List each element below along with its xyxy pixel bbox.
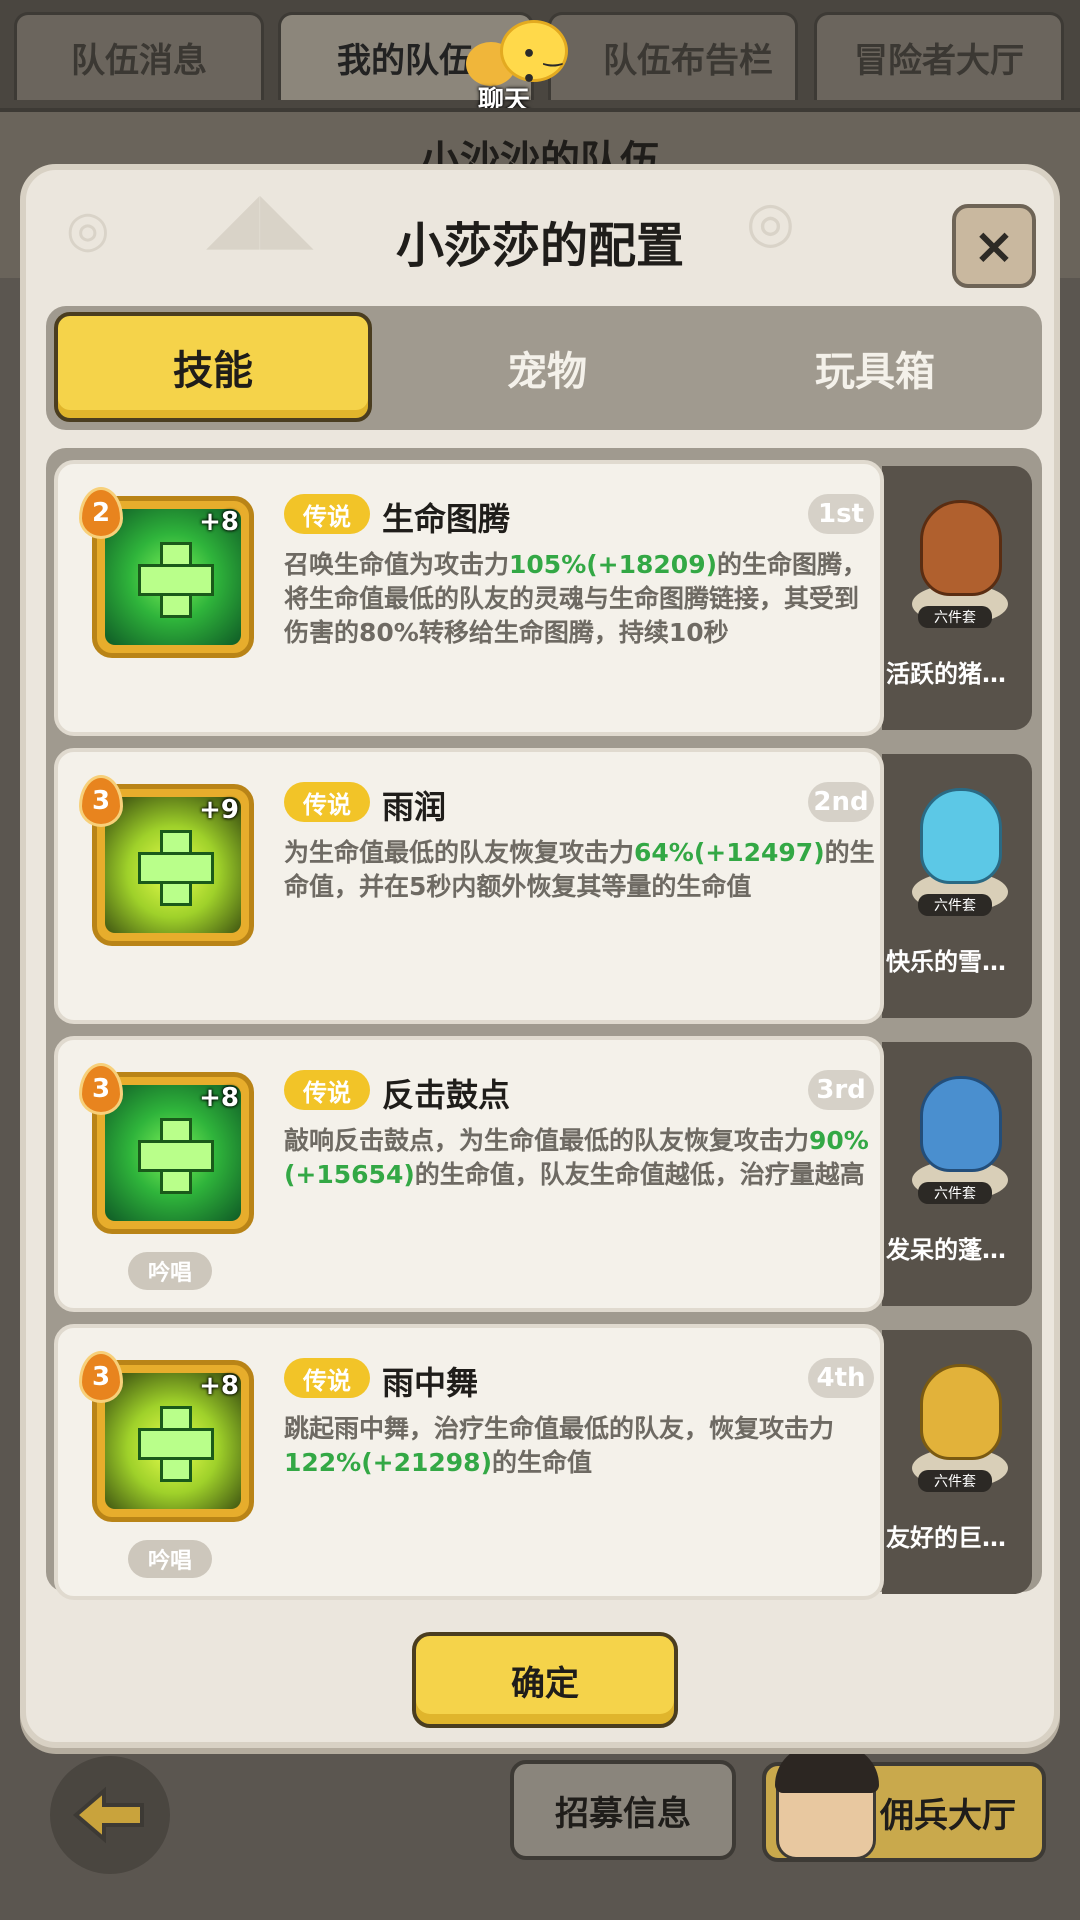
pet-name: 发呆的蓬… [886, 1236, 1006, 1264]
pet-set-badge: 六件套 [918, 1182, 992, 1204]
mercenary-hall-button[interactable]: 佣兵大厅 [762, 1745, 1046, 1862]
skill-card: +8 3 吟唱 传说 雨中舞 4th 跳起雨中舞，治疗生命值最低的队友，恢复攻击… [54, 1324, 884, 1600]
rarity-badge: 传说 [284, 782, 370, 822]
rank-badge: 1st [808, 494, 874, 534]
skill-name: 雨润 [382, 788, 447, 826]
config-modal: ◢◣ ◎ ◎ 小莎莎的配置 × 技能 宠物 玩具箱 六件套 活跃的猪… +8 2… [20, 164, 1060, 1748]
heal-cross-icon [138, 830, 214, 906]
tab-team-messages[interactable]: 队伍消息 [14, 12, 264, 100]
skill-card: +9 3 传说 雨润 2nd 为生命值最低的队友恢复攻击力64%(+12497)… [54, 748, 884, 1024]
skill-description: 敲响反击鼓点，为生命值最低的队友恢复攻击力90%(+15654)的生命值，队友生… [284, 1126, 869, 1189]
pet-panel[interactable]: 六件套 发呆的蓬… [882, 1042, 1032, 1306]
skill-plus-level: +8 [199, 507, 239, 537]
pet-panel[interactable]: 六件套 活跃的猪… [882, 466, 1032, 730]
skill-card: +8 3 吟唱 传说 反击鼓点 3rd 敲响反击鼓点，为生命值最低的队友恢复攻击… [54, 1036, 884, 1312]
chant-tag: 吟唱 [128, 1252, 212, 1290]
back-button[interactable] [50, 1756, 170, 1874]
skill-level-badge: 2 [79, 487, 123, 539]
skill-name: 反击鼓点 [382, 1076, 511, 1114]
close-button[interactable]: × [952, 204, 1036, 288]
skill-icon[interactable]: +8 3 [79, 1063, 254, 1234]
heal-totem-icon [138, 542, 214, 618]
tab-toybox[interactable]: 玩具箱 [710, 306, 1040, 430]
tab-team-bulletin[interactable]: 队伍布告栏 [548, 12, 798, 100]
pet-set-badge: 六件套 [918, 606, 992, 628]
drum-heal-icon [138, 1118, 214, 1194]
rarity-badge: 传说 [284, 494, 370, 534]
pet-panel[interactable]: 六件套 友好的巨… [882, 1330, 1032, 1594]
tab-adventurer-hall[interactable]: 冒险者大厅 [814, 12, 1064, 100]
pet-name: 活跃的猪… [886, 660, 1006, 688]
skill-level-badge: 3 [79, 1351, 123, 1403]
config-tabbar: 技能 宠物 玩具箱 [46, 306, 1042, 430]
skill-plus-level: +9 [199, 795, 239, 825]
back-arrow-icon [72, 1786, 144, 1844]
skill-icon[interactable]: +8 3 [79, 1351, 254, 1522]
pet-set-badge: 六件套 [918, 1470, 992, 1492]
confirm-button[interactable]: 确定 [412, 1632, 678, 1728]
skill-row[interactable]: 六件套 发呆的蓬… +8 3 吟唱 传说 反击鼓点 3rd 敲响反击鼓点，为生命… [46, 1036, 1042, 1312]
skill-list: 六件套 活跃的猪… +8 2 传说 生命图腾 1st 召唤生命值为攻击力105%… [46, 448, 1042, 1600]
skill-level-badge: 3 [79, 775, 123, 827]
skill-row[interactable]: 六件套 活跃的猪… +8 2 传说 生命图腾 1st 召唤生命值为攻击力105%… [46, 460, 1042, 736]
rarity-badge: 传说 [284, 1070, 370, 1110]
rank-badge: 4th [808, 1358, 874, 1398]
pet-set-badge: 六件套 [918, 894, 992, 916]
rank-badge: 3rd [808, 1070, 874, 1110]
modal-title: 小莎莎的配置 [395, 218, 684, 274]
rank-badge: 2nd [808, 782, 874, 822]
tab-skills[interactable]: 技能 [54, 312, 372, 422]
skill-icon[interactable]: +8 2 [79, 487, 254, 658]
pet-panel[interactable]: 六件套 快乐的雪… [882, 754, 1032, 1018]
rarity-badge: 传说 [284, 1358, 370, 1398]
close-icon: × [973, 217, 1015, 275]
skill-description: 跳起雨中舞，治疗生命值最低的队友，恢复攻击力122%(+21298)的生命值 [284, 1414, 835, 1477]
skill-name: 雨中舞 [382, 1364, 479, 1402]
chant-tag: 吟唱 [128, 1540, 212, 1578]
recruit-info-button[interactable]: 招募信息 [510, 1760, 736, 1860]
mercenary-hall-label: 佣兵大厅 [880, 1795, 1016, 1836]
skill-level-badge: 3 [79, 1063, 123, 1115]
skill-plus-level: +8 [199, 1371, 239, 1401]
skill-name: 生命图腾 [382, 500, 511, 538]
skill-card: +8 2 传说 生命图腾 1st 召唤生命值为攻击力105%(+18209)的生… [54, 460, 884, 736]
skill-icon[interactable]: +9 3 [79, 775, 254, 946]
tab-pets[interactable]: 宠物 [382, 306, 712, 430]
skill-description: 召唤生命值为攻击力105%(+18209)的生命图腾，将生命值最低的队友的灵魂与… [284, 550, 868, 647]
mercenary-avatar [775, 1745, 879, 1860]
skill-row[interactable]: 六件套 友好的巨… +8 3 吟唱 传说 雨中舞 4th 跳起雨中舞，治疗生命值… [46, 1324, 1042, 1600]
skill-row[interactable]: 六件套 快乐的雪… +9 3 传说 雨润 2nd 为生命值最低的队友恢复攻击力6… [46, 748, 1042, 1024]
skill-plus-level: +8 [199, 1083, 239, 1113]
pet-name: 友好的巨… [886, 1524, 1006, 1552]
skill-description: 为生命值最低的队友恢复攻击力64%(+12497)的生命值，并在5秒内额外恢复其… [284, 838, 875, 901]
pet-name: 快乐的雪… [886, 948, 1006, 976]
rain-dance-icon [138, 1406, 214, 1482]
